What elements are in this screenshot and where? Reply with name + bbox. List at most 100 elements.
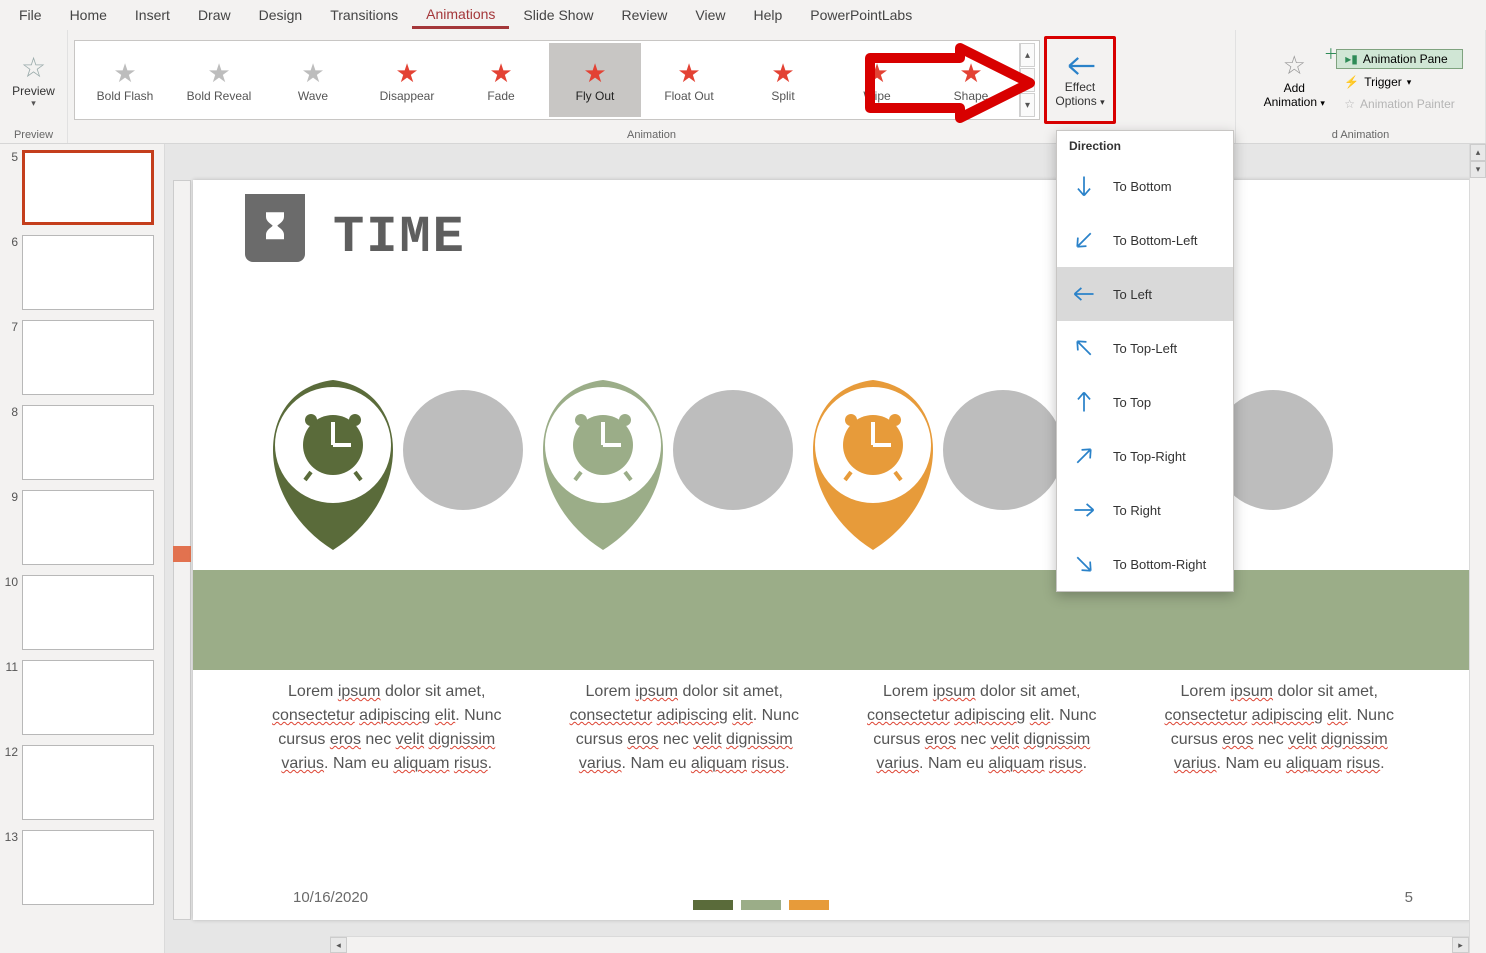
color-tab (741, 900, 781, 910)
arrow-icon (1071, 443, 1097, 469)
thumbnail-row[interactable]: 8 (4, 405, 160, 480)
tab-review[interactable]: Review (607, 3, 681, 27)
scroll-right-button[interactable]: ▸ (1452, 937, 1469, 953)
animation-label: Bold Flash (97, 89, 154, 103)
body-column[interactable]: Lorem ipsum dolor sit amet, consectetur … (848, 680, 1116, 776)
pane-icon: ▸▮ (1345, 52, 1358, 66)
body-column[interactable]: Lorem ipsum dolor sit amet, consectetur … (1146, 680, 1414, 776)
tab-design[interactable]: Design (245, 3, 317, 27)
star-icon: ☆ (21, 51, 46, 84)
thumbnail-row[interactable]: 6 (4, 235, 160, 310)
slide-title[interactable]: TIME (333, 208, 466, 267)
thumbnail[interactable] (22, 745, 154, 820)
scroll-left-button[interactable]: ◂ (330, 937, 347, 953)
tab-animations[interactable]: Animations (412, 2, 509, 29)
animation-pane-button[interactable]: ▸▮Animation Pane (1336, 49, 1462, 69)
animation-label: Fade (487, 89, 514, 103)
thumbnail-row[interactable]: 9 (4, 490, 160, 565)
thumbnail[interactable] (22, 235, 154, 310)
tab-draw[interactable]: Draw (184, 3, 245, 27)
thumbnail-row[interactable]: 7 (4, 320, 160, 395)
direction-to-bottom[interactable]: To Bottom (1057, 159, 1233, 213)
thumbnail-row[interactable]: 13 (4, 830, 160, 905)
direction-to-bottom-right[interactable]: To Bottom-Right (1057, 537, 1233, 591)
animation-disappear[interactable]: ★Disappear (361, 43, 453, 117)
thumbnail[interactable] (22, 405, 154, 480)
arrow-icon (1071, 335, 1097, 361)
color-tab (789, 900, 829, 910)
menu-tabs: File Home Insert Draw Design Transitions… (0, 0, 1486, 30)
animation-label: Disappear (380, 89, 435, 103)
thumbnail-row[interactable]: 5★ (4, 150, 160, 225)
animation-bold-flash[interactable]: ★Bold Flash (79, 43, 171, 117)
thumbnail-number: 8 (4, 405, 22, 419)
direction-label: To Top (1113, 395, 1151, 410)
slide-date: 10/16/2020 (293, 889, 368, 906)
tab-transitions[interactable]: Transitions (316, 3, 412, 27)
color-tabs (693, 900, 829, 910)
body-column[interactable]: Lorem ipsum dolor sit amet, consectetur … (253, 680, 521, 776)
direction-to-bottom-left[interactable]: To Bottom-Left (1057, 213, 1233, 267)
animation-wave[interactable]: ★Wave (267, 43, 359, 117)
arrow-left-icon (1061, 52, 1099, 80)
star-icon: ★ (395, 58, 418, 89)
animation-label: Wave (298, 89, 328, 103)
thumbnail[interactable] (22, 320, 154, 395)
tab-home[interactable]: Home (56, 3, 121, 27)
animation-fade[interactable]: ★Fade (455, 43, 547, 117)
thumbnail[interactable] (22, 490, 154, 565)
trigger-button[interactable]: ⚡Trigger ▾ (1336, 73, 1462, 91)
arrow-icon (1071, 281, 1097, 307)
animation-float-out[interactable]: ★Float Out (643, 43, 735, 117)
editor: 5★ 6 7 8 9 10 11 12 13 TIME Lorem ipsum dolor si… (0, 144, 1486, 953)
slide-page-number: 5 (1405, 889, 1413, 906)
thumbnail-row[interactable]: 12 (4, 745, 160, 820)
timeline-graphic[interactable] (253, 350, 1413, 590)
thumbnail-number: 10 (4, 575, 22, 589)
horizontal-scrollbar[interactable]: ◂ ▸ (330, 936, 1469, 953)
thumbnail-row[interactable]: 11 (4, 660, 160, 735)
thumbnail-row[interactable]: 10 (4, 575, 160, 650)
tab-insert[interactable]: Insert (121, 3, 184, 27)
direction-to-top-left[interactable]: To Top-Left (1057, 321, 1233, 375)
tab-powerpointlabs[interactable]: PowerPointLabs (796, 3, 926, 27)
tab-view[interactable]: View (681, 3, 739, 27)
thumbnail-number: 7 (4, 320, 22, 334)
arrow-icon (1071, 173, 1097, 199)
scroll-up-button[interactable]: ▴ (1470, 144, 1486, 161)
advanced-group-label: d Animation (1332, 127, 1389, 141)
add-animation-button[interactable]: ☆＋ AddAnimation ▾ (1258, 50, 1330, 110)
animation-group-label: Animation (627, 127, 676, 141)
direction-to-top-right[interactable]: To Top-Right (1057, 429, 1233, 483)
thumbnail-number: 9 (4, 490, 22, 504)
thumbnail[interactable] (22, 575, 154, 650)
preview-button[interactable]: ☆ Preview ▾ (5, 51, 63, 109)
scroll-down-button[interactable]: ▾ (1470, 161, 1486, 178)
thumbnail[interactable] (22, 150, 154, 225)
animation-split[interactable]: ★Split (737, 43, 829, 117)
body-column[interactable]: Lorem ipsum dolor sit amet, consectetur … (551, 680, 819, 776)
direction-to-left[interactable]: To Left (1057, 267, 1233, 321)
slide-thumbnails[interactable]: 5★ 6 7 8 9 10 11 12 13 (0, 144, 165, 953)
slide[interactable]: TIME Lorem ipsum dolor sit amet, consect… (193, 180, 1473, 920)
direction-dropdown: Direction To Bottom To Bottom-Left To Left… (1056, 130, 1234, 592)
direction-to-right[interactable]: To Right (1057, 483, 1233, 537)
tab-slideshow[interactable]: Slide Show (509, 3, 607, 27)
tab-file[interactable]: File (5, 3, 56, 27)
effect-options-button[interactable]: EffectOptions ▾ (1044, 36, 1116, 124)
dropdown-header: Direction (1057, 131, 1233, 159)
animation-painter-button: ☆Animation Painter (1336, 95, 1462, 113)
vertical-scrollbar[interactable]: ▴ ▾ (1469, 144, 1486, 953)
animation-fly-out[interactable]: ★Fly Out (549, 43, 641, 117)
direction-label: To Bottom (1113, 179, 1172, 194)
direction-label: To Bottom-Left (1113, 233, 1198, 248)
annotation-arrow (860, 38, 1040, 128)
animation-label: Split (771, 89, 794, 103)
thumbnail[interactable] (22, 830, 154, 905)
star-icon: ★ (113, 58, 136, 89)
direction-to-top[interactable]: To Top (1057, 375, 1233, 429)
thumbnail[interactable] (22, 660, 154, 735)
animation-bold-reveal[interactable]: ★Bold Reveal (173, 43, 265, 117)
star-icon: ★ (583, 58, 606, 89)
tab-help[interactable]: Help (739, 3, 796, 27)
